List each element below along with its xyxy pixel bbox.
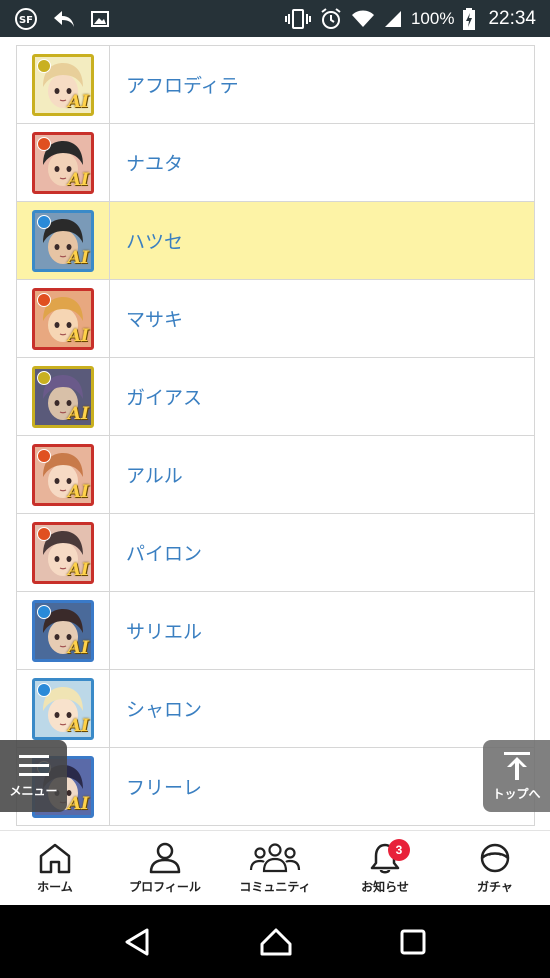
hamburger-icon	[18, 754, 49, 776]
character-portrait[interactable]: AI	[32, 131, 94, 194]
ai-rank-emblem-icon: AI	[67, 481, 89, 502]
status-bar: SF 100% 22:34	[0, 0, 550, 37]
character-thumbnail-cell: AI	[17, 124, 110, 201]
character-list-area: AI アフロディテ AI ナユタ AI ハツセ AI マサキ AI ガイアス AI アルル AI パイロン…	[0, 37, 550, 830]
svg-text:SF: SF	[19, 15, 33, 26]
nav-gacha[interactable]: ガチャ	[440, 831, 550, 905]
nav-profile-label: プロフィール	[129, 879, 201, 894]
character-row[interactable]: AI ハツセ	[16, 202, 535, 280]
character-name-link[interactable]: アルル	[110, 436, 534, 513]
person-icon	[149, 842, 181, 873]
back-triangle-icon[interactable]	[123, 927, 153, 957]
gacha-icon	[480, 843, 510, 872]
vibrate-icon	[284, 8, 311, 30]
element-badge-icon	[37, 136, 51, 151]
ai-rank-emblem-icon: AI	[67, 247, 89, 268]
character-row[interactable]: AI ガイアス	[16, 358, 535, 436]
character-portrait[interactable]: AI	[32, 677, 94, 740]
back-to-top-label: トップへ	[492, 786, 541, 801]
sf-app-icon: SF	[14, 7, 38, 31]
element-badge-icon	[37, 370, 51, 385]
character-thumbnail-cell: AI	[17, 592, 110, 669]
character-name-link[interactable]: ナユタ	[110, 124, 534, 201]
character-thumbnail-cell: AI	[17, 514, 110, 591]
element-badge-icon	[37, 604, 51, 619]
element-badge-icon	[37, 526, 51, 541]
system-navigation-bar	[0, 905, 550, 978]
character-name-link[interactable]: シャロン	[110, 670, 534, 747]
character-thumbnail-cell: AI	[17, 280, 110, 357]
character-portrait[interactable]: AI	[32, 287, 94, 350]
clock: 22:34	[488, 7, 536, 29]
menu-button-label: メニュー	[9, 783, 58, 798]
character-portrait[interactable]: AI	[32, 443, 94, 506]
element-badge-icon	[37, 448, 51, 463]
bottom-navigation: ホーム プロフィール コミュニティ 3 お知らせ ガチャ	[0, 830, 550, 905]
character-name-link[interactable]: サリエル	[110, 592, 534, 669]
character-name-link[interactable]: アフロディテ	[110, 46, 534, 123]
character-row[interactable]: AI シャロン	[16, 670, 535, 748]
character-name-link[interactable]: ガイアス	[110, 358, 534, 435]
nav-profile[interactable]: プロフィール	[110, 831, 220, 905]
character-thumbnail-cell: AI	[17, 202, 110, 279]
character-row[interactable]: AI アフロディテ	[16, 46, 535, 124]
character-row[interactable]: AI パイロン	[16, 514, 535, 592]
character-table: AI アフロディテ AI ナユタ AI ハツセ AI マサキ AI ガイアス AI アルル AI パイロン…	[16, 45, 535, 826]
character-name-link[interactable]: フリーレ	[110, 748, 534, 825]
element-badge-icon	[37, 58, 51, 73]
battery-charging-icon	[462, 7, 476, 31]
character-thumbnail-cell: AI	[17, 670, 110, 747]
character-portrait[interactable]: AI	[32, 365, 94, 428]
character-row[interactable]: AI マサキ	[16, 280, 535, 358]
wifi-icon	[351, 9, 375, 29]
arrow-up-to-top-icon	[503, 751, 530, 780]
ai-rank-emblem-icon: AI	[67, 169, 89, 190]
battery-percent: 100%	[410, 8, 455, 28]
character-name-link[interactable]: マサキ	[110, 280, 534, 357]
notification-badge: 3	[388, 839, 410, 861]
nav-community-label: コミュニティ	[239, 879, 311, 894]
back-to-top-button[interactable]: トップへ	[483, 740, 550, 812]
nav-home-label: ホーム	[37, 879, 73, 894]
nav-gacha-label: ガチャ	[477, 879, 513, 894]
character-thumbnail-cell: AI	[17, 46, 110, 123]
character-row[interactable]: AI サリエル	[16, 592, 535, 670]
character-name-link[interactable]: ハツセ	[110, 202, 534, 279]
alarm-icon	[319, 7, 343, 31]
character-portrait[interactable]: AI	[32, 521, 94, 584]
nav-community[interactable]: コミュニティ	[220, 831, 330, 905]
nav-notifications-label: お知らせ	[361, 879, 409, 894]
character-portrait[interactable]: AI	[32, 599, 94, 662]
character-portrait[interactable]: AI	[32, 209, 94, 272]
reply-arrow-icon	[52, 9, 76, 29]
character-thumbnail-cell: AI	[17, 436, 110, 513]
nav-notifications[interactable]: 3 お知らせ	[330, 831, 440, 905]
element-badge-icon	[37, 292, 51, 307]
ai-rank-emblem-icon: AI	[67, 715, 89, 736]
nav-home[interactable]: ホーム	[0, 831, 110, 905]
ai-rank-emblem-icon: AI	[67, 793, 89, 814]
character-portrait[interactable]: AI	[32, 53, 94, 116]
character-thumbnail-cell: AI	[17, 358, 110, 435]
character-row[interactable]: AI アルル	[16, 436, 535, 514]
ai-rank-emblem-icon: AI	[67, 91, 89, 112]
character-row[interactable]: AI フリーレ	[16, 748, 535, 826]
ai-rank-emblem-icon: AI	[67, 559, 89, 580]
image-icon	[90, 9, 110, 29]
ai-rank-emblem-icon: AI	[67, 325, 89, 346]
home-icon	[39, 843, 71, 873]
recent-apps-icon[interactable]	[399, 928, 427, 956]
menu-button[interactable]: メニュー	[0, 740, 67, 812]
element-badge-icon	[37, 682, 51, 697]
home-circle-icon[interactable]	[258, 926, 294, 958]
character-row[interactable]: AI ナユタ	[16, 124, 535, 202]
group-icon	[249, 842, 301, 872]
character-name-link[interactable]: パイロン	[110, 514, 534, 591]
ai-rank-emblem-icon: AI	[67, 637, 89, 658]
signal-icon	[383, 9, 403, 29]
element-badge-icon	[37, 214, 51, 229]
ai-rank-emblem-icon: AI	[67, 403, 89, 424]
